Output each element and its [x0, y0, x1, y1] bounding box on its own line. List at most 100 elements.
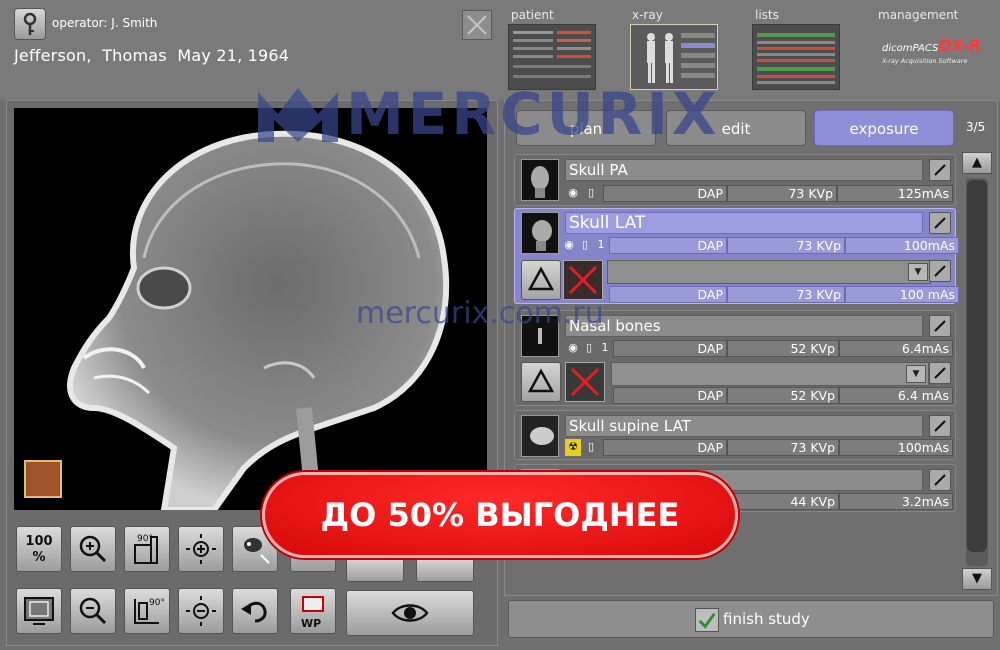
scroll-up-icon[interactable]: ▲	[962, 152, 992, 174]
mercurix-logo-icon	[258, 88, 338, 142]
exam-item-selected[interactable]: Skull LAT ◉ ▯ 1 DAP 73 KVp 100mAs ▼ DAP …	[514, 208, 959, 304]
edit-exam-button[interactable]	[929, 159, 951, 181]
recycle-button[interactable]	[521, 260, 561, 300]
image-dropdown[interactable]: ▼	[607, 260, 931, 284]
exam-name: Skull supine LAT	[565, 415, 923, 437]
brand-name: dicomPACS	[882, 43, 939, 54]
cassette-icon: ▯	[587, 186, 595, 199]
eye-small-icon: ◉	[568, 186, 578, 199]
reject-image-button[interactable]	[565, 362, 605, 402]
image-mas: 100 mAs	[845, 286, 959, 303]
flip-button[interactable]: 90°	[124, 588, 170, 634]
scroll-down-icon[interactable]: ▼	[962, 568, 992, 590]
edit-exam-button[interactable]	[929, 469, 951, 491]
pencil-icon	[934, 420, 946, 432]
trash-button[interactable]	[346, 556, 404, 582]
nav-tab-management[interactable]: management	[878, 8, 958, 22]
pencil-icon	[934, 474, 946, 486]
exam-list-scrollbar[interactable]: ▲ ▼	[962, 152, 992, 592]
tab-exposure[interactable]: exposure	[814, 110, 954, 146]
skull-pa-thumbnail-icon	[521, 159, 559, 201]
scroll-thumb[interactable]	[967, 180, 987, 552]
radiation-icon: ☢	[565, 439, 581, 456]
image-dap: DAP	[613, 387, 727, 404]
exam-mas: 3.2mAs	[839, 493, 953, 510]
exam-dap: DAP	[603, 185, 727, 202]
brightness-down-button[interactable]	[178, 588, 224, 634]
promo-banner[interactable]: ДО 50% ВЫГОДНЕЕ	[262, 472, 738, 558]
accept-button[interactable]	[416, 556, 474, 582]
reject-icon	[570, 367, 600, 397]
pencil-icon	[934, 164, 946, 176]
skull-supine-thumbnail-icon	[521, 415, 559, 457]
edit-image-button[interactable]	[929, 362, 951, 384]
edit-exam-button[interactable]	[929, 315, 951, 337]
reject-icon	[568, 265, 598, 295]
exam-dap: DAP	[609, 237, 727, 254]
recycle-button[interactable]	[521, 362, 561, 402]
fit-window-button[interactable]	[16, 588, 62, 634]
flip-label: 90°	[149, 598, 165, 608]
zoom-100-label: 100 %	[25, 534, 53, 565]
reject-image-button[interactable]	[563, 260, 603, 300]
cassette-icon: ▯	[587, 440, 595, 453]
wp-label: WP	[301, 617, 321, 630]
edit-exam-button[interactable]	[929, 415, 951, 437]
pencil-icon	[934, 320, 946, 332]
patient-name: Jefferson, Thomas May 21, 1964	[14, 46, 290, 65]
operator-key-button[interactable]	[14, 8, 46, 40]
exposure-count: 1	[601, 341, 609, 354]
watermark-url: mercurix.com.ru	[356, 296, 604, 331]
image-mas: 6.4 mAs	[839, 387, 953, 404]
close-icon	[467, 15, 487, 35]
image-dap: DAP	[609, 286, 727, 303]
edit-exam-button[interactable]	[929, 212, 951, 234]
zoom-out-button[interactable]	[70, 588, 116, 634]
close-patient-button[interactable]	[462, 10, 492, 40]
image-kvp: 52 KVp	[727, 387, 839, 404]
chevron-down-icon[interactable]: ▼	[906, 365, 926, 383]
pencil-icon	[934, 217, 946, 229]
nav-tab-lists[interactable]	[752, 24, 840, 90]
cassette-icon: ▯	[581, 238, 589, 251]
operator-name: J. Smith	[111, 16, 158, 30]
key-icon	[23, 12, 37, 35]
pencil-icon	[934, 265, 946, 277]
image-dropdown[interactable]: ▼	[611, 362, 929, 386]
exam-item[interactable]: Skull supine LAT ☢ ▯ DAP 73 KVp 100mAs	[514, 410, 956, 460]
orientation-marker-icon	[24, 460, 62, 498]
edit-image-button[interactable]	[929, 260, 951, 282]
preview-eye-button[interactable]	[346, 590, 474, 636]
finish-study-button[interactable]: finish study	[508, 600, 994, 638]
exam-name: Skull PA	[565, 159, 923, 181]
pencil-icon	[934, 367, 946, 379]
nav-tab-xray-label: x-ray	[632, 8, 663, 22]
exam-item[interactable]: Skull PA ◉ ▯ DAP 73 KVp 125mAs	[514, 154, 956, 206]
brightness-down-icon	[186, 596, 216, 626]
eye-icon	[391, 604, 429, 622]
exam-mas: 100mAs	[839, 439, 953, 456]
rotate-label: 90°	[137, 534, 153, 544]
cassette-icon: ▯	[585, 341, 593, 354]
exam-mas: 125mAs	[837, 185, 953, 202]
exam-kvp: 73 KVp	[727, 237, 845, 254]
exam-name: Nasal bones	[565, 315, 923, 337]
nav-tab-lists-label: lists	[755, 8, 779, 22]
eye-small-icon: ◉	[568, 341, 578, 354]
zoom-in-button[interactable]	[70, 526, 116, 572]
brand-suffix: DX-R	[938, 36, 982, 55]
nav-tab-patient-label: patient	[511, 8, 554, 22]
brightness-up-button[interactable]	[178, 526, 224, 572]
zoom-100-button[interactable]: 100 %	[16, 526, 62, 572]
eye-small-icon: ◉	[564, 238, 574, 251]
exam-dap: DAP	[603, 439, 727, 456]
watermark-logo-text: MERCURIX	[346, 80, 721, 148]
window-preset-button[interactable]: WP	[290, 588, 336, 634]
chevron-down-icon[interactable]: ▼	[908, 263, 928, 281]
brand-tagline: X-ray Acquisition Software	[882, 57, 968, 65]
exam-kvp: 73 KVp	[727, 185, 837, 202]
rotate-90-button[interactable]: 90°	[124, 526, 170, 572]
checkmark-icon	[695, 608, 719, 632]
finish-study-label: finish study	[723, 610, 810, 628]
undo-button[interactable]	[232, 588, 278, 634]
